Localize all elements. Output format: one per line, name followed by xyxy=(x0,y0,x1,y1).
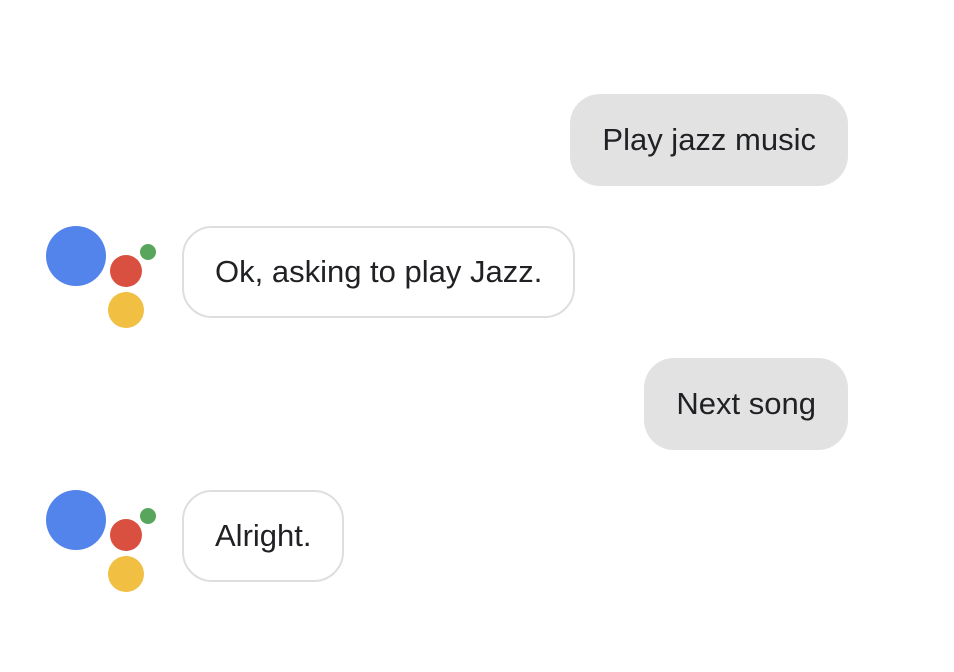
conversation: Play jazz music Ok, asking to play Jazz.… xyxy=(0,0,954,672)
assistant-message-bubble: Alright. xyxy=(182,490,345,582)
red-dot xyxy=(110,519,142,551)
google-assistant-logo-icon xyxy=(44,224,158,334)
google-assistant-logo-icon xyxy=(44,488,158,598)
blue-dot xyxy=(46,490,106,550)
user-message-bubble: Next song xyxy=(644,358,848,450)
assistant-message-bubble: Ok, asking to play Jazz. xyxy=(182,226,576,318)
red-dot xyxy=(110,255,142,287)
blue-dot xyxy=(46,226,106,286)
green-dot xyxy=(140,508,156,524)
yellow-dot xyxy=(108,556,144,592)
user-message-bubble: Play jazz music xyxy=(570,94,848,186)
yellow-dot xyxy=(108,292,144,328)
green-dot xyxy=(140,244,156,260)
